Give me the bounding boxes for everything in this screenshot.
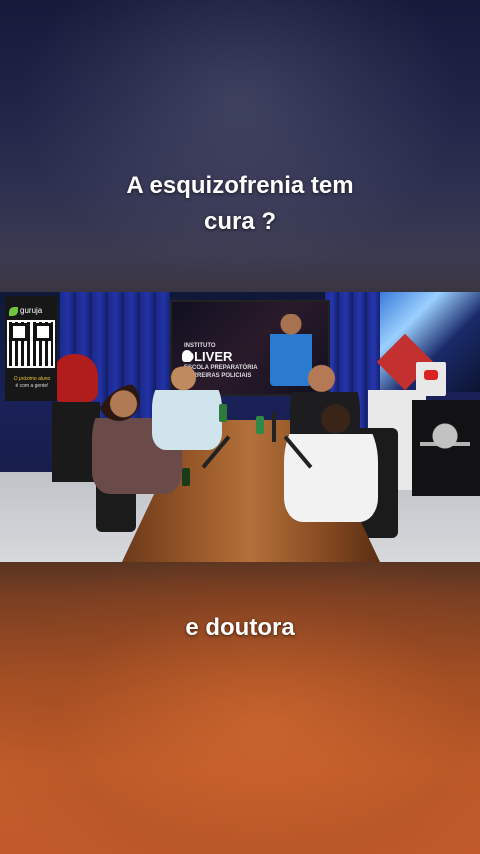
host-man-left <box>152 366 222 450</box>
qr-brand-name: guruja <box>20 306 43 315</box>
qr-code <box>7 320 55 368</box>
red-mask-figure <box>52 354 98 402</box>
qr-panel: guruja O próximo aluno é com a gente! <box>5 296 57 401</box>
drink-can <box>219 404 227 422</box>
joker-artwork <box>420 418 470 478</box>
drink-can <box>256 416 264 434</box>
drink-can <box>182 468 190 486</box>
top-caption-line2: cura ? <box>203 208 277 235</box>
video-frame[interactable]: INSTITUTO OLIVER ESCOLA PREPARATÓRIA CAR… <box>0 292 480 562</box>
cabinet-right <box>412 400 480 496</box>
qr-text-line2: é com a gente! <box>15 383 49 389</box>
top-blur-background <box>0 0 480 292</box>
skull-icon <box>182 350 192 362</box>
youtube-icon <box>424 370 438 380</box>
top-caption: A esquizofrenia tem cura ? <box>0 168 480 240</box>
bottom-blur-background <box>0 562 480 854</box>
qr-text-line1: O próximo aluno <box>13 376 51 382</box>
qr-text: O próximo aluno é com a gente! <box>8 376 56 390</box>
leaf-icon <box>9 306 18 316</box>
microphone-center <box>272 412 276 442</box>
youtube-plaque <box>416 362 446 396</box>
guest-white-shirt <box>284 402 378 522</box>
top-caption-line1: A esquizofrenia tem <box>126 172 354 199</box>
qr-brand: guruja <box>9 306 42 316</box>
bottom-caption: e doutora <box>185 614 295 641</box>
